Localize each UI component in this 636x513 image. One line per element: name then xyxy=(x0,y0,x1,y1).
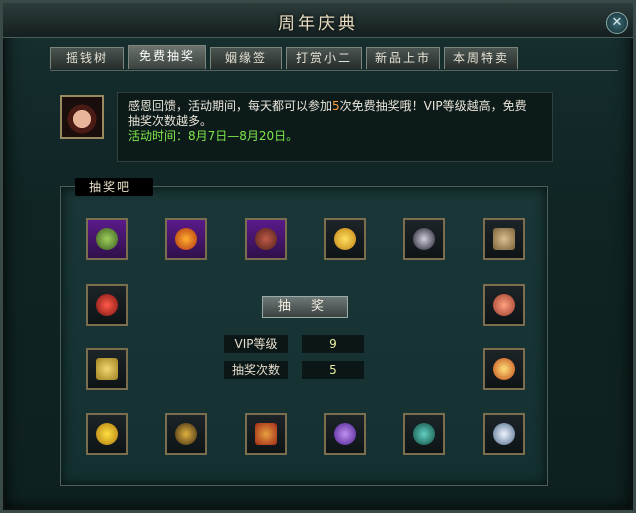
flame-wing-icon xyxy=(175,228,197,250)
green-gem-icon xyxy=(96,228,118,250)
title-bar: 周年庆典 xyxy=(3,3,633,38)
scroll-icon xyxy=(493,228,515,250)
golden-peach-icon xyxy=(493,358,515,380)
purple-crystal-icon xyxy=(334,423,356,445)
close-icon[interactable]: ✕ xyxy=(606,12,628,34)
prize-slot-horn[interactable] xyxy=(245,218,287,260)
vip-level-label: VIP等级 xyxy=(224,335,288,353)
event-description: 感恩回馈，活动期间，每天都可以参加5次免费抽奖哦！VIP等级越高，免费 抽奖次数… xyxy=(117,92,553,162)
red-lantern-icon xyxy=(96,294,118,316)
bamboo-scroll-icon xyxy=(255,423,277,445)
description-text-cont: 次免费抽奖哦！VIP等级越高，免费 xyxy=(339,99,527,113)
description-line-2: 抽奖次数越多。 xyxy=(128,114,213,128)
prize-slot-silver-orb[interactable] xyxy=(483,413,525,455)
peach-icon xyxy=(493,294,515,316)
window-title: 周年庆典 xyxy=(278,14,358,34)
prize-slot-dark-orb[interactable] xyxy=(403,218,445,260)
free-count-highlight: 5 xyxy=(332,99,340,113)
prize-slot-purple-crystal[interactable] xyxy=(324,413,366,455)
tab-weekly-sale[interactable]: 本周特卖 xyxy=(444,47,518,69)
prize-slot-bamboo-scroll[interactable] xyxy=(245,413,287,455)
tab-tip-waiter[interactable]: 打赏小二 xyxy=(286,47,362,69)
tab-new-arrivals[interactable]: 新品上市 xyxy=(366,47,440,69)
tab-divider xyxy=(50,70,618,71)
description-text: 感恩回馈，活动期间，每天都可以参加 xyxy=(128,99,333,113)
prize-slot-golden-scroll[interactable] xyxy=(86,348,128,390)
golden-scroll-icon xyxy=(96,358,118,380)
prize-slot-green-gem[interactable] xyxy=(86,218,128,260)
golden-leaf-icon xyxy=(334,228,356,250)
draw-count-label: 抽奖次数 xyxy=(224,361,288,379)
prize-slot-gold-ingot[interactable] xyxy=(86,413,128,455)
npc-avatar xyxy=(60,95,104,139)
prize-slot-peach[interactable] xyxy=(483,284,525,326)
event-time: 活动时间：8月7日—8月20日。 xyxy=(128,129,299,143)
vip-level-value: 9 xyxy=(302,335,364,353)
horn-icon xyxy=(255,228,277,250)
silver-orb-icon xyxy=(493,423,515,445)
draw-button[interactable]: 抽 奖 xyxy=(262,296,348,318)
star-flower-icon xyxy=(175,423,197,445)
prize-slot-flame-wing[interactable] xyxy=(165,218,207,260)
gold-ingot-icon xyxy=(96,423,118,445)
prize-slot-star-flower[interactable] xyxy=(165,413,207,455)
tab-free-lottery[interactable]: 免费抽奖 xyxy=(128,45,206,69)
prize-slot-golden-peach[interactable] xyxy=(483,348,525,390)
description-line-1: 感恩回馈，活动期间，每天都可以参加5次免费抽奖哦！VIP等级越高，免费 xyxy=(128,99,542,114)
lottery-section-label: 抽奖吧 xyxy=(75,178,153,196)
prize-slot-scroll[interactable] xyxy=(483,218,525,260)
dark-orb-icon xyxy=(413,228,435,250)
tab-fate-draw[interactable]: 姻缘签 xyxy=(210,47,282,69)
prize-slot-red-lantern[interactable] xyxy=(86,284,128,326)
draw-count-value: 5 xyxy=(302,361,364,379)
tab-money-tree[interactable]: 摇钱树 xyxy=(50,47,124,69)
jade-mound-icon xyxy=(413,423,435,445)
prize-slot-golden-leaf[interactable] xyxy=(324,218,366,260)
prize-slot-jade-mound[interactable] xyxy=(403,413,445,455)
